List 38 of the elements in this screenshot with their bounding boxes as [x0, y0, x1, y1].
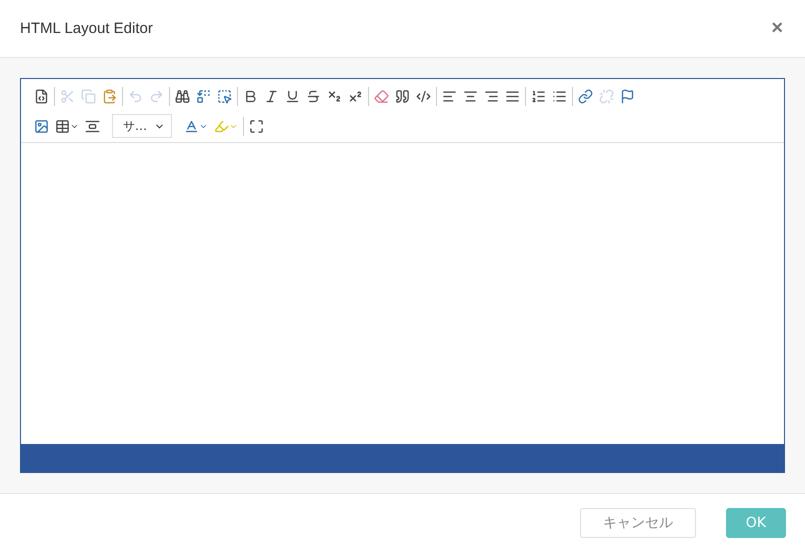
text-color-icon: [184, 118, 199, 134]
bullet-list-icon: [552, 88, 567, 104]
link-icon: [578, 88, 593, 104]
image-icon: [34, 118, 49, 134]
scissors-icon: [60, 88, 75, 104]
highlighter-icon: [214, 118, 229, 134]
align-right-icon: [484, 88, 499, 104]
unlink-icon: [599, 88, 614, 104]
table-icon: [55, 118, 70, 134]
underline-icon: [285, 88, 300, 104]
superscript-icon: [348, 88, 363, 104]
justify-icon: [505, 88, 520, 104]
bold-icon: [243, 88, 258, 104]
copy-icon: [81, 88, 96, 104]
dialog-title: HTML Layout Editor: [20, 20, 153, 37]
maximize-icon: [249, 118, 264, 134]
align-left-icon: [442, 88, 457, 104]
format-dropdown[interactable]: サ…: [112, 114, 172, 138]
eraser-icon: [374, 88, 389, 104]
italic-icon: [264, 88, 279, 104]
replace-icon: [196, 88, 211, 104]
link-button[interactable]: [576, 86, 595, 106]
align-center-icon: [463, 88, 478, 104]
cancel-button[interactable]: キャンセル: [580, 508, 696, 538]
close-button[interactable]: ×: [771, 17, 783, 40]
code-file-icon: [34, 88, 49, 104]
flag-icon: [620, 88, 635, 104]
select-all-icon: [217, 88, 232, 104]
undo-icon: [128, 88, 143, 104]
numbered-list-icon: [531, 88, 546, 104]
redo-icon: [149, 88, 164, 104]
line-height-icon: [85, 118, 100, 134]
subscript-icon: [327, 88, 342, 104]
binoculars-icon: [175, 88, 190, 104]
code-icon: [416, 88, 431, 104]
clipboard-icon: [102, 88, 117, 104]
quote-icon: [395, 88, 410, 104]
strikethrough-icon: [306, 88, 321, 104]
